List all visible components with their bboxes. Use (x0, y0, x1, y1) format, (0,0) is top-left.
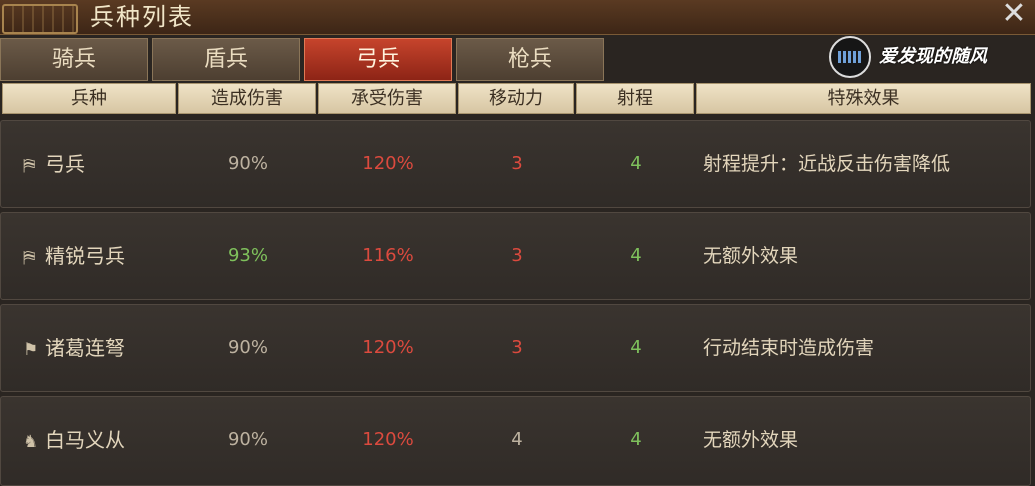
damage-taken: 120% (362, 153, 414, 174)
range: 4 (630, 153, 642, 174)
special-effect: 无额外效果 (703, 245, 799, 267)
crossbow-flag-icon: ⚑ (23, 340, 39, 360)
watermark-logo-icon (829, 36, 871, 78)
window-title: 兵种列表 (90, 3, 194, 31)
tab-cavalry[interactable]: 骑兵 (0, 38, 148, 81)
movement: 3 (511, 153, 523, 174)
title-bar: 兵种列表 ✕ (0, 0, 1035, 35)
range: 4 (630, 337, 642, 358)
unit-name-text: 精锐弓兵 (45, 244, 125, 268)
header-movement: 移动力 (458, 83, 574, 114)
special-effect: 无额外效果 (703, 429, 799, 451)
table-row[interactable]: ♞ 白马义从 90% 120% 4 4 无额外效果 (0, 396, 1031, 486)
horse-icon: ♞ (23, 432, 39, 452)
damage-taken: 120% (362, 337, 414, 358)
title-ornament (2, 4, 78, 34)
tab-archer[interactable]: 弓兵 (304, 38, 452, 81)
unit-name-text: 白马义从 (45, 428, 125, 452)
tab-spear[interactable]: 枪兵 (456, 38, 604, 81)
damage-taken: 120% (362, 429, 414, 450)
damage-dealt: 93% (227, 245, 268, 266)
unit-name: ⛿ 弓兵 (23, 121, 85, 207)
unit-type-tabs: 骑兵 盾兵 弓兵 枪兵 (0, 38, 610, 81)
damage-dealt: 90% (227, 337, 268, 358)
table-header: 兵种 造成伤害 承受伤害 移动力 射程 特殊效果 (0, 83, 1035, 114)
movement: 3 (511, 245, 523, 266)
header-range: 射程 (576, 83, 694, 114)
table-row[interactable]: ⛿ 精锐弓兵 93% 116% 3 4 无额外效果 (0, 212, 1031, 300)
range: 4 (630, 245, 642, 266)
unit-name: ⛿ 精锐弓兵 (23, 213, 125, 299)
header-special-effect: 特殊效果 (696, 83, 1031, 114)
bow-flag-icon: ⛿ (23, 156, 36, 176)
unit-name-text: 诸葛连弩 (45, 336, 125, 360)
range: 4 (630, 429, 642, 450)
watermark-text: 爱发现的随风 (879, 46, 987, 67)
bow-flag-icon: ⛿ (23, 248, 36, 268)
tab-shield[interactable]: 盾兵 (152, 38, 300, 81)
special-effect: 射程提升：近战反击伤害降低 (703, 153, 951, 175)
damage-taken: 116% (362, 245, 414, 266)
header-damage-taken: 承受伤害 (318, 83, 456, 114)
close-button[interactable]: ✕ (999, 0, 1029, 30)
movement: 3 (511, 337, 523, 358)
special-effect: 行动结束时造成伤害 (703, 337, 875, 359)
table-row[interactable]: ⚑ 诸葛连弩 90% 120% 3 4 行动结束时造成伤害 (0, 304, 1031, 392)
header-damage-dealt: 造成伤害 (178, 83, 316, 114)
unit-name: ♞ 白马义从 (23, 397, 125, 483)
table-row[interactable]: ⛿ 弓兵 90% 120% 3 4 射程提升：近战反击伤害降低 (0, 120, 1031, 208)
header-unit: 兵种 (2, 83, 176, 114)
damage-dealt: 90% (227, 153, 268, 174)
movement: 4 (511, 429, 523, 450)
unit-name: ⚑ 诸葛连弩 (23, 305, 125, 391)
unit-name-text: 弓兵 (45, 152, 85, 176)
damage-dealt: 90% (227, 429, 268, 450)
